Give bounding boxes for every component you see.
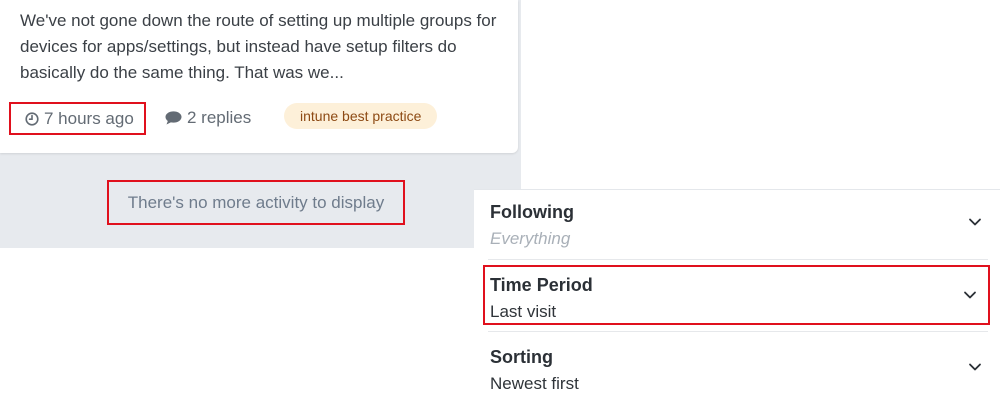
- filter-following-title: Following: [490, 202, 574, 222]
- filter-panel: Following Everything Time Period Last vi…: [474, 189, 1000, 405]
- comment-icon: [165, 111, 182, 125]
- filter-sorting-title: Sorting: [490, 347, 553, 367]
- filter-time-period[interactable]: Time Period Last visit: [483, 265, 990, 325]
- filter-sorting[interactable]: Sorting Newest first: [488, 337, 988, 399]
- filter-following[interactable]: Following Everything: [488, 192, 988, 254]
- chevron-down-icon[interactable]: [968, 217, 982, 227]
- clock-icon: [25, 111, 39, 126]
- filter-time-period-title: Time Period: [490, 275, 593, 295]
- end-of-activity-text: There's no more activity to display: [127, 192, 385, 212]
- filter-sorting-value: Newest first: [490, 374, 579, 393]
- activity-replies-label: 2 replies: [187, 108, 252, 127]
- activity-card[interactable]: We've not gone down the route of setting…: [0, 0, 518, 153]
- activity-excerpt[interactable]: We've not gone down the route of setting…: [20, 8, 500, 86]
- tag-badge[interactable]: intune best practice: [284, 103, 438, 129]
- activity-replies[interactable]: 2 replies: [165, 104, 251, 132]
- filter-following-value: Everything: [490, 229, 571, 248]
- chevron-down-icon[interactable]: [963, 290, 977, 300]
- activity-time[interactable]: 7 hours ago: [9, 102, 146, 135]
- activity-time-label: 7 hours ago: [44, 108, 134, 128]
- filter-divider: [488, 259, 988, 260]
- end-of-activity-message: There's no more activity to display: [107, 180, 405, 225]
- filter-time-period-value: Last visit: [490, 302, 557, 321]
- filter-divider: [488, 331, 988, 332]
- chevron-down-icon[interactable]: [968, 362, 982, 372]
- activity-meta: 7 hours ago 2 replies intune best practi…: [0, 98, 518, 138]
